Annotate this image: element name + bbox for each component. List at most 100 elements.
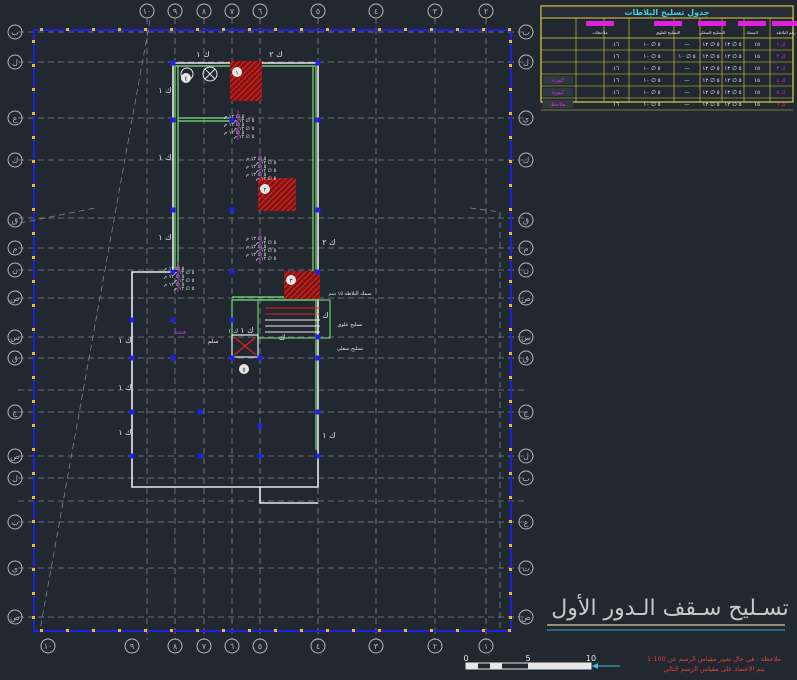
frame-tick	[32, 352, 35, 355]
frame-tick	[32, 376, 35, 379]
beam-node	[257, 423, 263, 429]
bottom-axis-bubble-label: ٥	[258, 642, 262, 651]
local-label: ك ١	[228, 328, 238, 335]
right-axis-bubble-label: ب	[522, 474, 530, 483]
stair-note: سمك البلاطة ١٥ سم	[328, 291, 371, 297]
top-axis-bubble-label: ٥	[316, 7, 320, 16]
table-cell: ك ١	[776, 42, 785, 48]
beam-node	[257, 355, 263, 361]
table-cell: ١٥	[754, 102, 760, 108]
frame-tick	[144, 629, 147, 632]
right-axis-bubble-label: ق	[523, 354, 529, 363]
right-axis-bubble-label: م	[524, 244, 529, 253]
table-cell: ٥ ∅ ١٠	[643, 78, 660, 84]
top-axis-bubble-label: ٦	[258, 7, 262, 16]
frame-tick	[32, 592, 35, 595]
right-axis-bubble-label: ع	[524, 518, 529, 527]
frame-tick	[509, 376, 512, 379]
table-cell: ٥ ∅ ١٠	[643, 102, 660, 108]
frame-tick	[430, 629, 433, 632]
frame-tick	[509, 496, 512, 499]
frame-tick	[32, 520, 35, 523]
table-cell: ١٦	[613, 42, 619, 48]
beam-node	[315, 334, 321, 340]
frame-tick	[32, 328, 35, 331]
local-label: فتحة	[174, 329, 186, 336]
right-axis-bubble-label: ق	[523, 216, 529, 225]
left-axis-bubble-label: ل	[12, 474, 18, 483]
right-axis-bubble-label: ج	[523, 408, 529, 417]
frame-tick	[509, 544, 512, 547]
beam-node	[315, 453, 321, 459]
scale-tick-5: 5	[525, 654, 530, 663]
frame-tick	[32, 448, 35, 451]
frame-tick	[482, 28, 485, 31]
table-header-label: ملاحظات	[592, 30, 607, 35]
beam-node	[170, 355, 176, 361]
frame-tick	[509, 136, 512, 139]
left-axis-bubble-label: ب	[11, 28, 19, 37]
left-axis-bubble-label: ص	[10, 294, 20, 303]
frame-tick	[196, 629, 199, 632]
slab-mark: ك ١	[196, 50, 209, 59]
slab-mark: ك ١	[118, 383, 131, 392]
frame-tick	[404, 629, 407, 632]
frame-tick	[32, 88, 35, 91]
frame-tick	[32, 256, 35, 259]
table-cell: ٥ ∅ ١٢	[702, 42, 719, 48]
top-axis-bubble-label: ١٠	[143, 7, 152, 16]
table-cell: ٥ ∅ ١٢	[702, 102, 719, 108]
table-header-chip	[738, 21, 766, 26]
table-cell: ١٦	[613, 78, 619, 84]
table-cell: ك ٥	[776, 90, 785, 96]
scale-tick-10: 10	[586, 654, 596, 663]
right-axis-bubble-label: ي	[523, 114, 529, 123]
frame-tick	[378, 28, 381, 31]
table-header-chip	[772, 21, 797, 26]
left-axis-bubble-label: ن	[12, 266, 18, 275]
slab-mark: ك ٢	[269, 50, 282, 59]
frame-tick	[509, 352, 512, 355]
frame-tick	[509, 592, 512, 595]
frame-tick	[509, 472, 512, 475]
rebar-note: ٥ ∅ ١٢ م	[174, 286, 195, 292]
top-axis-bubble-label: ٩	[173, 7, 177, 16]
left-axis-bubble-label: ي	[12, 564, 18, 573]
frame-tick	[32, 232, 35, 235]
frame-tick	[326, 28, 329, 31]
stair-note: تسليح سفلي	[337, 346, 364, 352]
table-side-tag: ملاحظ	[551, 102, 566, 108]
table-cell: ٥ ∅ ١٠	[643, 90, 660, 96]
frame-tick	[509, 568, 512, 571]
table-cell: —	[684, 78, 690, 84]
slab-mark: ك ١	[158, 86, 171, 95]
slab-mark: ك ١	[240, 326, 253, 335]
left-axis-bubble-label: ج	[12, 408, 18, 417]
top-axis-bubble-label: ٧	[230, 7, 235, 16]
frame-tick	[509, 208, 512, 211]
bottom-axis-bubble-label: ٢	[433, 642, 437, 651]
table-cell: ٥ ∅ ١٠	[678, 54, 695, 60]
frame-tick	[509, 328, 512, 331]
scale-bar-seg-1	[466, 663, 478, 669]
bottom-axis-bubble-label: ٣	[374, 642, 379, 651]
table-cell: ١٥	[754, 42, 760, 48]
frame-tick	[300, 629, 303, 632]
column-mark-label: ٢	[263, 187, 266, 194]
table-cell: —	[684, 42, 690, 48]
slab-mark: ك ١	[315, 311, 328, 320]
rebar-note: ٥ ∅ ١٢ م	[234, 134, 255, 140]
table-cell: ٥ ∅ ١٢	[724, 78, 741, 84]
beam-node	[229, 355, 235, 361]
top-axis-bubble-label: ٣	[433, 7, 438, 16]
frame-tick	[92, 629, 95, 632]
table-cell: —	[684, 90, 690, 96]
bottom-axis-bubble-label: ١	[484, 642, 488, 651]
beam-node	[170, 60, 176, 66]
table-cell: ٥ ∅ ١٢	[702, 54, 719, 60]
frame-tick	[66, 629, 69, 632]
left-axis-bubble-label: م	[13, 244, 18, 253]
slab-mark: ك ١	[322, 431, 335, 440]
table-header-label: رقم البلاطة	[776, 30, 795, 35]
frame-tick	[40, 28, 43, 31]
